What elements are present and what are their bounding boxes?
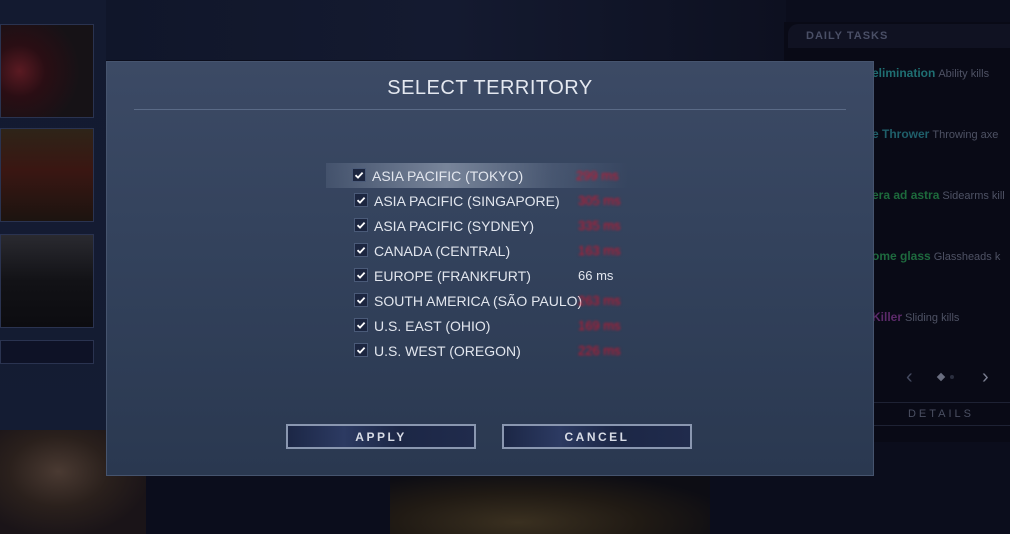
character-model bbox=[390, 476, 710, 534]
region-name: ASIA PACIFIC (SINGAPORE) bbox=[374, 193, 560, 209]
mode-thumbnail-3[interactable] bbox=[0, 234, 94, 328]
task-item[interactable]: e Thrower Throwing axe bbox=[872, 127, 998, 141]
checkmark-icon bbox=[356, 196, 366, 204]
page-indicator-active bbox=[936, 372, 946, 382]
select-territory-dialog: SELECT TERRITORY ASIA PACIFIC (TOKYO) 299… bbox=[106, 61, 874, 476]
region-name: U.S. EAST (OHIO) bbox=[374, 318, 491, 334]
apply-button[interactable]: APPLY bbox=[286, 424, 476, 449]
chevron-left-icon[interactable]: ‹ bbox=[906, 366, 913, 389]
mode-thumbnail-2[interactable] bbox=[0, 128, 94, 222]
region-ping: 169 ms bbox=[578, 318, 621, 333]
region-checkbox[interactable] bbox=[354, 268, 368, 282]
region-row[interactable]: ASIA PACIFIC (SINGAPORE) 305 ms bbox=[328, 188, 628, 213]
task-desc: Ability kills bbox=[938, 68, 990, 80]
task-desc: Sliding kills bbox=[905, 312, 960, 324]
checkmark-icon bbox=[356, 321, 366, 329]
region-ping: 66 ms bbox=[578, 268, 614, 283]
region-name: SOUTH AMERICA (SÃO PAULO) bbox=[374, 293, 583, 309]
mode-thumbnail-4[interactable] bbox=[0, 340, 94, 364]
region-ping: 299 ms bbox=[576, 168, 619, 183]
task-desc: Glassheads k bbox=[933, 251, 1001, 263]
region-ping: 163 ms bbox=[578, 243, 621, 258]
daily-tasks-title: DAILY TASKS bbox=[806, 30, 889, 42]
checkmark-icon bbox=[356, 221, 366, 229]
region-name: CANADA (CENTRAL) bbox=[374, 243, 511, 259]
region-ping: 305 ms bbox=[578, 193, 621, 208]
region-name: ASIA PACIFIC (SYDNEY) bbox=[374, 218, 534, 234]
task-item[interactable]: era ad astra Sidearms kill bbox=[872, 188, 1005, 202]
region-checkbox[interactable] bbox=[354, 193, 368, 207]
task-name: era ad astra bbox=[872, 188, 940, 202]
region-row[interactable]: U.S. EAST (OHIO) 169 ms bbox=[328, 313, 628, 338]
region-row[interactable]: U.S. WEST (OREGON) 226 ms bbox=[328, 338, 628, 363]
task-name: elimination bbox=[872, 66, 936, 80]
title-divider bbox=[134, 109, 846, 110]
page-indicator bbox=[950, 375, 954, 379]
region-checkbox[interactable] bbox=[354, 243, 368, 257]
task-desc: Sidearms kill bbox=[942, 190, 1005, 202]
region-checkbox[interactable] bbox=[354, 293, 368, 307]
task-name: Killer bbox=[872, 310, 903, 324]
left-panel bbox=[0, 0, 106, 430]
region-name: U.S. WEST (OREGON) bbox=[374, 343, 521, 359]
details-button[interactable]: DETAILS bbox=[872, 402, 1010, 426]
region-name: EUROPE (FRANKFURT) bbox=[374, 268, 531, 284]
task-name: ome glass bbox=[872, 249, 931, 263]
checkmark-icon bbox=[356, 346, 366, 354]
background-top bbox=[106, 0, 786, 60]
cancel-button[interactable]: CANCEL bbox=[502, 424, 692, 449]
region-ping: 263 ms bbox=[578, 293, 621, 308]
region-row[interactable]: ASIA PACIFIC (SYDNEY) 335 ms bbox=[328, 213, 628, 238]
task-item[interactable]: elimination Ability kills bbox=[872, 66, 989, 80]
task-desc: Throwing axe bbox=[932, 129, 999, 141]
task-item[interactable]: Killer Sliding kills bbox=[872, 310, 959, 324]
checkmark-icon bbox=[354, 171, 364, 179]
region-ping: 335 ms bbox=[578, 218, 621, 233]
region-row[interactable]: CANADA (CENTRAL) 163 ms bbox=[328, 238, 628, 263]
region-ping: 226 ms bbox=[578, 343, 621, 358]
dialog-title: SELECT TERRITORY bbox=[387, 77, 593, 99]
region-name: ASIA PACIFIC (TOKYO) bbox=[372, 168, 524, 184]
checkmark-icon bbox=[356, 296, 366, 304]
task-item[interactable]: ome glass Glassheads k bbox=[872, 249, 1000, 263]
region-row[interactable]: ASIA PACIFIC (TOKYO) 299 ms bbox=[326, 163, 628, 188]
checkmark-icon bbox=[356, 271, 366, 279]
region-row[interactable]: EUROPE (FRANKFURT) 66 ms bbox=[328, 263, 628, 288]
chevron-right-icon[interactable]: › bbox=[982, 366, 989, 389]
region-checkbox[interactable] bbox=[354, 343, 368, 357]
task-name: e Thrower bbox=[872, 127, 930, 141]
region-list: ASIA PACIFIC (TOKYO) 299 ms ASIA PACIFIC (… bbox=[326, 163, 628, 363]
region-row[interactable]: SOUTH AMERICA (SÃO PAULO) 263 ms bbox=[328, 288, 628, 313]
mode-thumbnail-1[interactable] bbox=[0, 24, 94, 118]
region-checkbox[interactable] bbox=[352, 168, 366, 182]
region-checkbox[interactable] bbox=[354, 218, 368, 232]
checkmark-icon bbox=[356, 246, 366, 254]
region-checkbox[interactable] bbox=[354, 318, 368, 332]
